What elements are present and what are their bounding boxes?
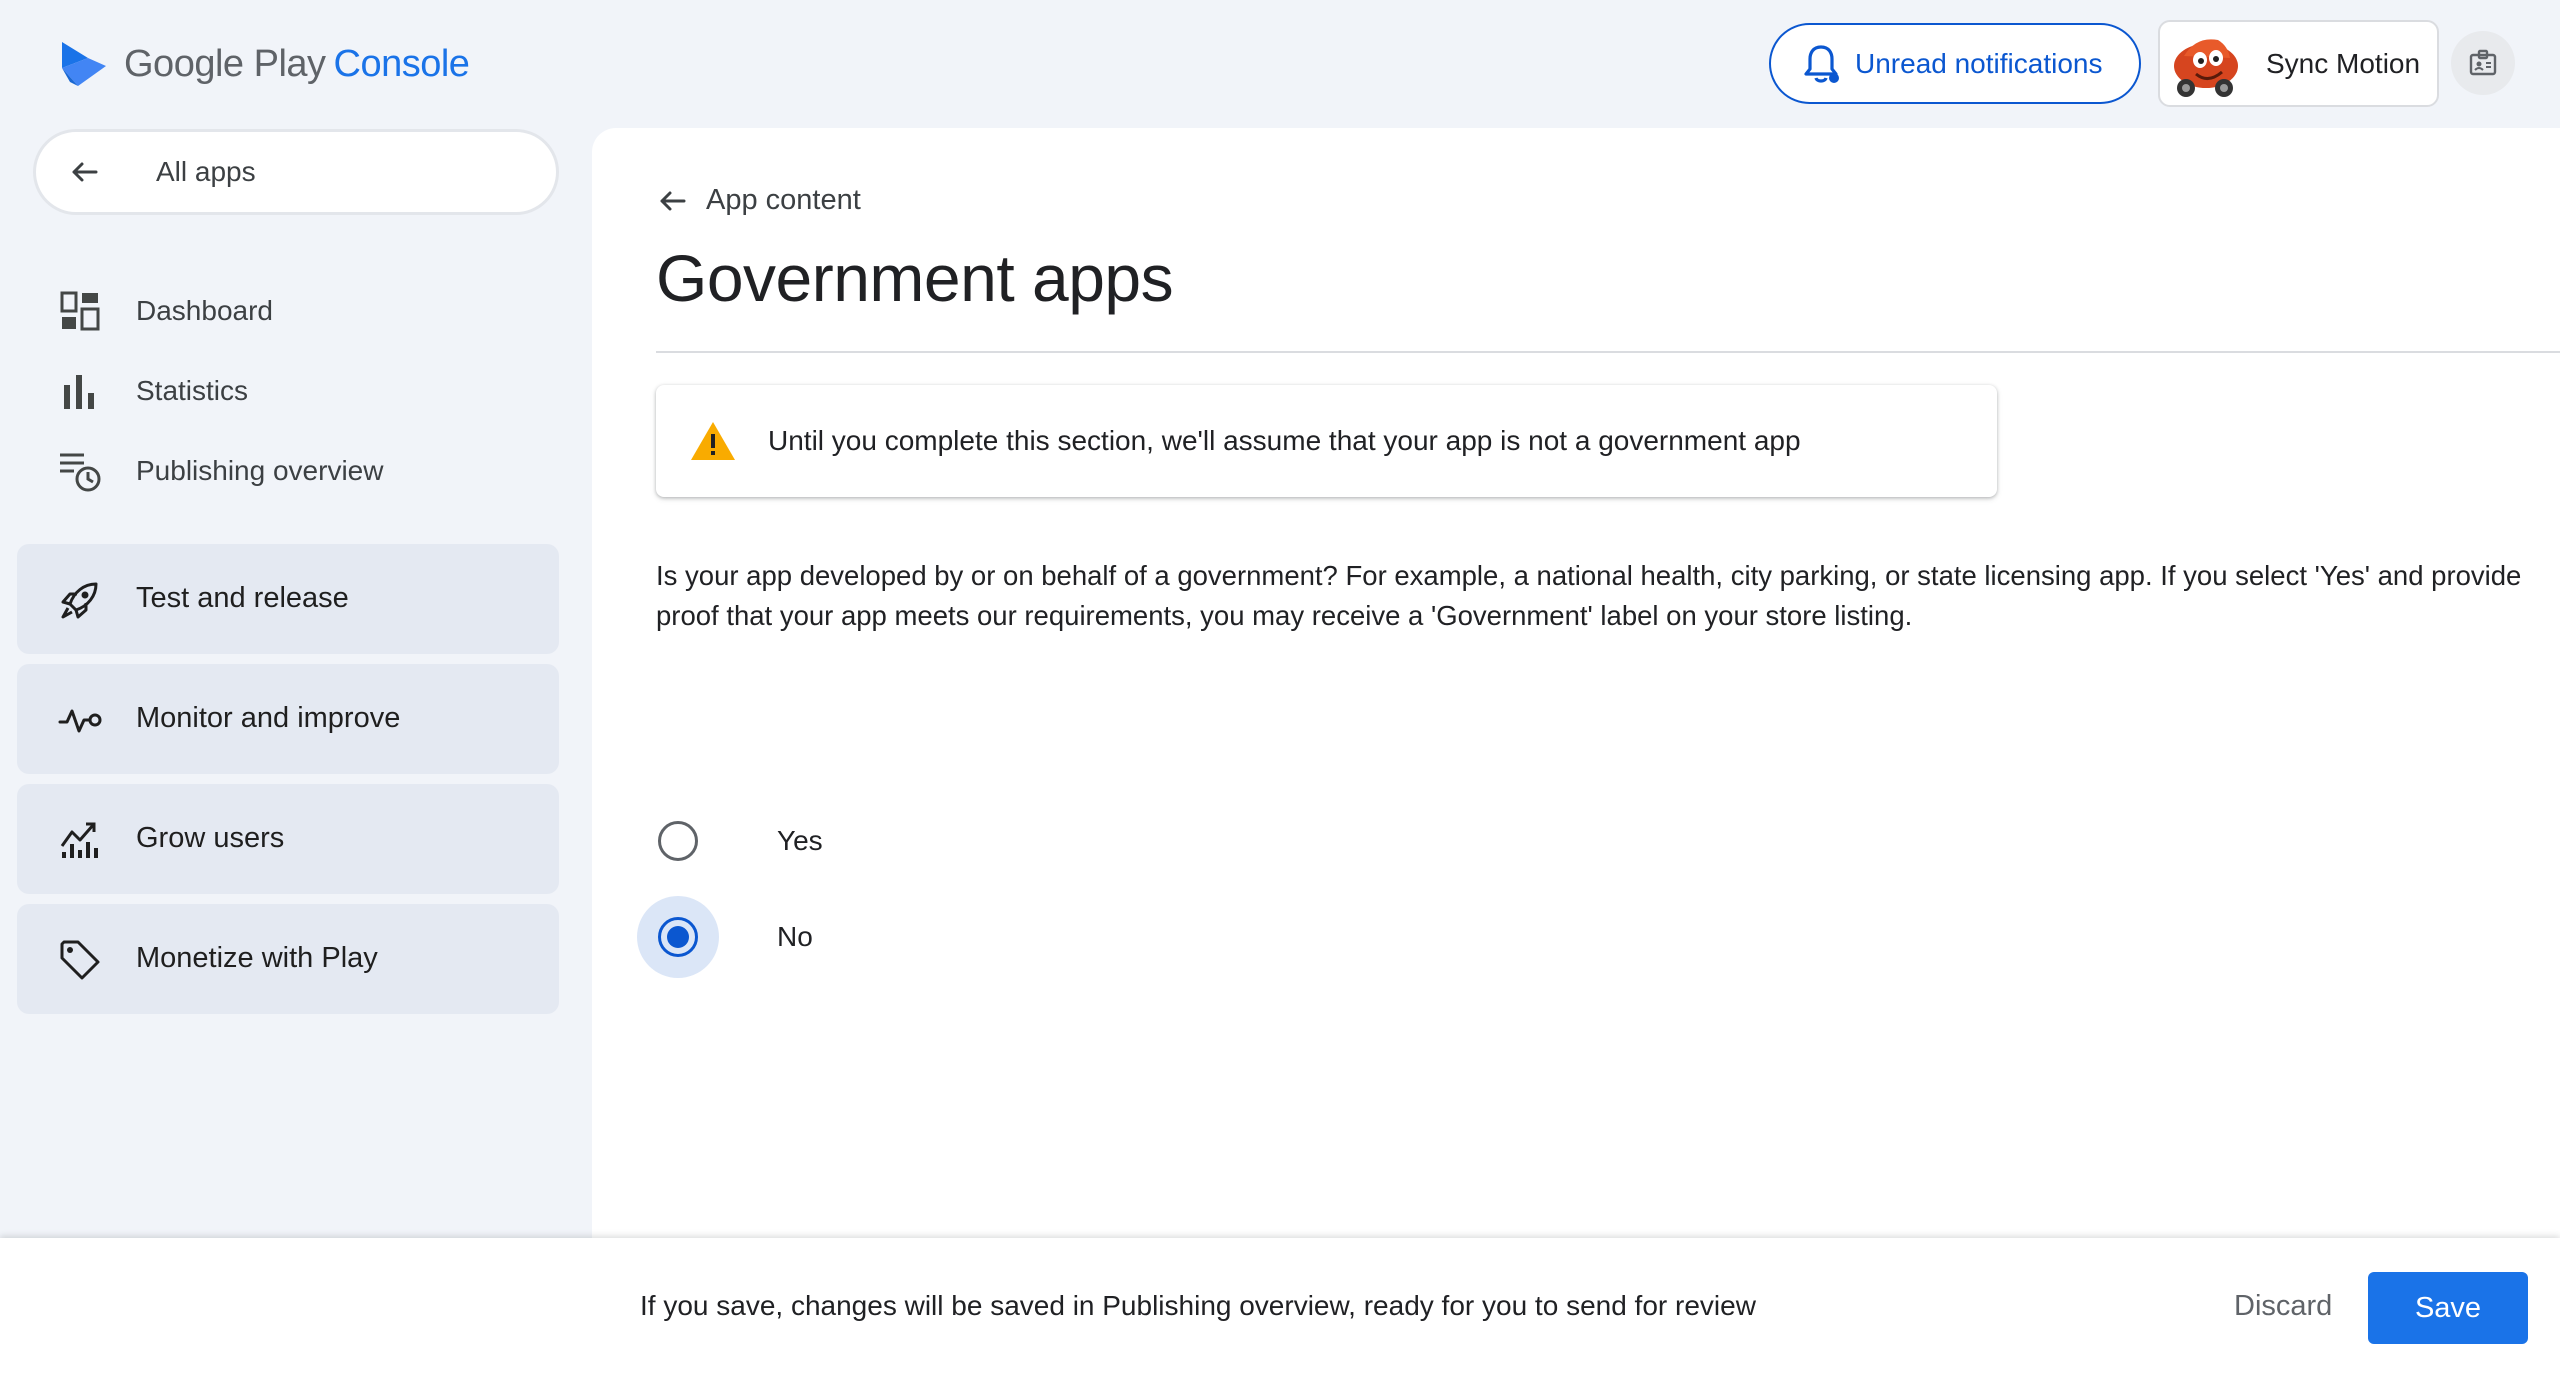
warning-icon	[691, 422, 735, 460]
publishing-history-icon	[60, 453, 101, 492]
google-play-console-logo[interactable]: Google Play Console	[58, 38, 470, 90]
bar-chart-icon	[64, 375, 94, 409]
play-console-app: Google PlayConsole Unread notifications	[0, 0, 2560, 1376]
badge-icon	[2469, 49, 2497, 76]
sidebar-section-grow-users[interactable]: Grow users	[17, 784, 559, 894]
all-apps-label: All apps	[156, 156, 256, 187]
car-mascot-icon	[2166, 25, 2242, 102]
radio-option-yes[interactable]: Yes	[637, 800, 823, 882]
radio-yes-container[interactable]	[637, 800, 719, 882]
all-apps-button[interactable]: All apps	[33, 129, 559, 215]
sidebar-item-label: Statistics	[136, 375, 249, 406]
radio-selected-dot	[667, 926, 689, 948]
sidebar-section-label: Test and release	[136, 582, 349, 614]
sidebar-section-monetize-with-play[interactable]: Monetize with Play	[17, 904, 559, 1014]
arrow-back-icon	[72, 162, 98, 182]
page-title: Government apps	[656, 241, 1174, 315]
sidebar-section-monitor-and-improve[interactable]: Monitor and improve	[17, 664, 559, 774]
notifications-label: Unread notifications	[1855, 47, 2103, 79]
rocket-icon	[61, 582, 98, 619]
radio-yes-label[interactable]: Yes	[777, 825, 823, 857]
logo-secondary-text: Console	[333, 42, 470, 85]
radio-no-label[interactable]: No	[777, 921, 813, 953]
main-content-panel: App content Government apps Until you co…	[592, 128, 2560, 1238]
title-divider	[656, 351, 2560, 353]
sidebar-item-label: Publishing overview	[136, 455, 384, 486]
incomplete-section-warning: Until you complete this section, we'll a…	[656, 385, 1997, 497]
sidebar-section-test-and-release[interactable]: Test and release	[17, 544, 559, 654]
developer-account-button[interactable]	[2451, 31, 2515, 95]
account-switcher[interactable]: Sync Motion	[2158, 20, 2439, 107]
play-console-logo-icon	[62, 42, 106, 86]
radio-option-no[interactable]: No	[637, 896, 813, 978]
sidebar-item-label: Dashboard	[136, 295, 273, 326]
sidebar-section-label: Monitor and improve	[136, 702, 401, 734]
radio-yes[interactable]	[658, 821, 698, 861]
tag-icon	[60, 940, 100, 980]
sidebar-section-label: Monetize with Play	[136, 942, 378, 974]
growth-icon	[60, 822, 98, 858]
discard-button[interactable]: Discard	[2234, 1290, 2332, 1323]
back-to-app-content-link[interactable]: App content	[656, 184, 861, 217]
government-app-question: Is your app developed by or on behalf of…	[656, 560, 2522, 631]
radio-no[interactable]	[658, 917, 698, 957]
logo-primary-text: Google Play	[124, 42, 326, 85]
vitals-icon	[58, 709, 102, 733]
save-button[interactable]: Save	[2368, 1272, 2528, 1344]
account-name: Sync Motion	[2266, 47, 2421, 79]
sidebar-item-dashboard[interactable]: Dashboard	[58, 281, 273, 341]
logo-text: Google Play Console	[124, 42, 470, 86]
radio-no-container[interactable]	[637, 896, 719, 978]
sidebar-item-statistics[interactable]: Statistics	[58, 361, 248, 421]
sidebar-section-label: Grow users	[136, 822, 285, 854]
save-info-message: If you save, changes will be saved in Pu…	[640, 1290, 1756, 1321]
back-link-label: App content	[706, 184, 861, 216]
app-avatar	[2166, 25, 2242, 102]
arrow-back-icon	[660, 191, 686, 210]
unread-notifications-button[interactable]: Unread notifications	[1769, 23, 2141, 104]
warning-text: Until you complete this section, we'll a…	[768, 425, 1801, 456]
dashboard-icon	[60, 291, 100, 331]
bell-icon	[1804, 44, 1839, 83]
save-bar: If you save, changes will be saved in Pu…	[0, 1238, 2560, 1376]
sidebar-item-publishing-overview[interactable]: Publishing overview	[58, 441, 383, 501]
